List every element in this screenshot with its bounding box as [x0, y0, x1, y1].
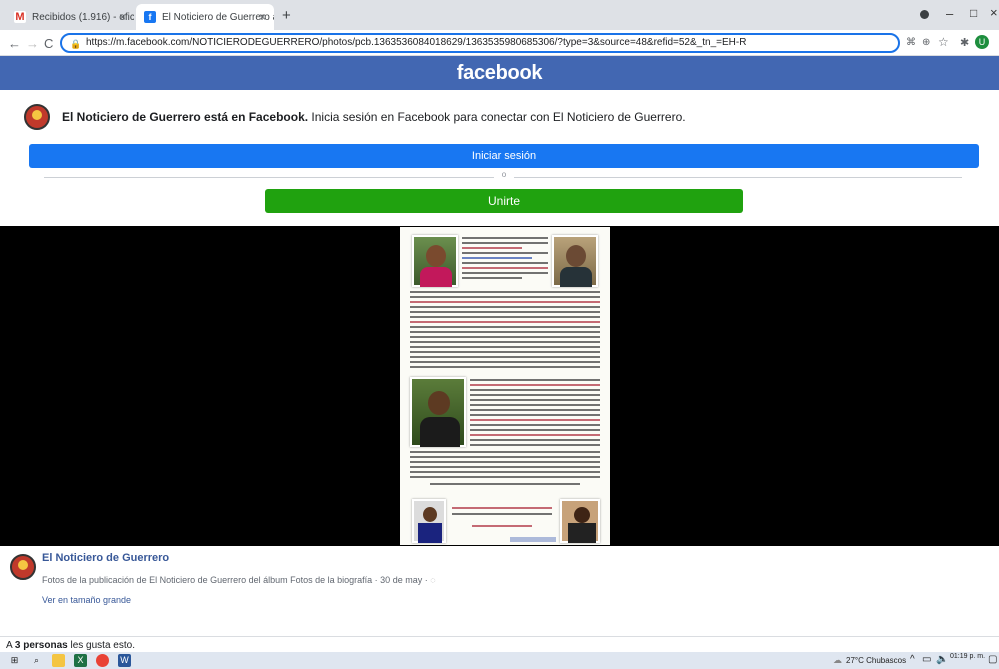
bookmark-star-icon[interactable]: ☆ — [938, 35, 949, 49]
gmail-icon: M — [14, 11, 26, 23]
minimize-button[interactable]: – — [946, 6, 953, 21]
post-caption: Fotos de la publicación de El Noticiero … — [42, 575, 436, 585]
profile-avatar[interactable]: U — [975, 35, 989, 49]
tray-chevron-icon[interactable]: ^ — [910, 654, 915, 665]
maximize-button[interactable]: □ — [970, 6, 977, 20]
promo-page-name: El Noticiero de Guerrero está en Faceboo… — [62, 110, 309, 124]
new-tab-button[interactable]: + — [282, 7, 291, 24]
or-divider-text: o — [494, 170, 514, 179]
browser-tab-bar: M Recibidos (1.916) - oficialia.elect × … — [0, 0, 999, 30]
likes-count-link[interactable]: 3 personas — [15, 640, 68, 651]
post-author-link[interactable]: El Noticiero de Guerrero — [42, 552, 169, 564]
photo-woman — [412, 235, 458, 287]
address-bar[interactable]: 🔒 https://m.facebook.com/NOTICIERODEGUER… — [60, 33, 900, 53]
extensions-icon[interactable]: ✱ — [960, 36, 969, 49]
page-promo: El Noticiero de Guerrero está en Faceboo… — [24, 104, 686, 130]
back-arrow-icon[interactable]: ← — [8, 36, 21, 51]
weather-text[interactable]: 27°C Chubascos — [846, 656, 906, 665]
weather-icon[interactable]: ☁ — [833, 655, 842, 666]
word-icon[interactable]: W — [118, 654, 131, 667]
window-close-button[interactable]: × — [990, 5, 998, 20]
likes-summary: A 3 personas les gusta esto. — [6, 640, 135, 651]
network-icon[interactable]: ▭ — [922, 654, 931, 665]
likes-prefix: A — [6, 640, 15, 651]
browser-toolbar: ← → C 🔒 https://m.facebook.com/NOTICIERO… — [0, 30, 999, 56]
likes-divider — [0, 636, 999, 637]
photo-woman-bottom-right — [560, 499, 600, 543]
zoom-icon[interactable]: ⊕ — [922, 37, 930, 48]
clock[interactable]: 01:19 p. m. — [950, 653, 985, 660]
facebook-header: facebook — [0, 56, 999, 90]
search-icon[interactable]: ⌕ — [30, 654, 43, 667]
install-app-icon[interactable]: ⌘ — [906, 37, 916, 48]
post-caption-text: Fotos de la publicación de El Noticiero … — [42, 575, 428, 585]
volume-icon[interactable]: 🔈 — [936, 654, 948, 665]
facebook-logo[interactable]: facebook — [457, 62, 543, 84]
address-bar-url: https://m.facebook.com/NOTICIERODEGUERRE… — [86, 37, 747, 48]
facebook-icon: f — [144, 11, 156, 23]
login-button[interactable]: Iniciar sesión — [29, 144, 979, 168]
photo-man-middle — [410, 377, 466, 447]
tab-gmail[interactable]: M Recibidos (1.916) - oficialia.elect × — [6, 4, 134, 30]
view-full-size-link[interactable]: Ver en tamaño grande — [42, 595, 131, 605]
profile-dot-icon[interactable] — [920, 10, 929, 19]
page-avatar[interactable] — [24, 104, 50, 130]
reload-icon[interactable]: C — [44, 36, 53, 51]
photo-man-top — [552, 235, 598, 287]
tab-facebook-label: El Noticiero de Guerrero agregó — [162, 11, 274, 23]
post-photo[interactable] — [400, 227, 610, 545]
chrome-icon[interactable] — [96, 654, 109, 667]
likes-suffix: les gusta esto. — [67, 640, 135, 651]
close-icon[interactable]: × — [119, 10, 126, 24]
tab-facebook[interactable]: f El Noticiero de Guerrero agregó × — [136, 4, 274, 30]
promo-text: Inicia sesión en Facebook para conectar … — [308, 110, 686, 124]
photo-man-bottom-left — [412, 499, 446, 543]
notifications-icon[interactable]: ▢ — [988, 654, 997, 665]
close-icon[interactable]: × — [259, 10, 266, 24]
post-author-avatar[interactable] — [10, 554, 36, 580]
windows-taskbar: ⊞ ⌕ X W ☁ 27°C Chubascos ^ ▭ 🔈 01:19 p. … — [0, 652, 999, 669]
lock-icon: 🔒 — [70, 39, 82, 49]
file-explorer-icon[interactable] — [52, 654, 65, 667]
join-button[interactable]: Unirte — [265, 189, 743, 213]
forward-arrow-icon[interactable]: → — [26, 36, 39, 51]
windows-start-icon[interactable]: ⊞ — [8, 654, 21, 667]
globe-icon: ◌ — [430, 575, 436, 585]
excel-icon[interactable]: X — [74, 654, 87, 667]
